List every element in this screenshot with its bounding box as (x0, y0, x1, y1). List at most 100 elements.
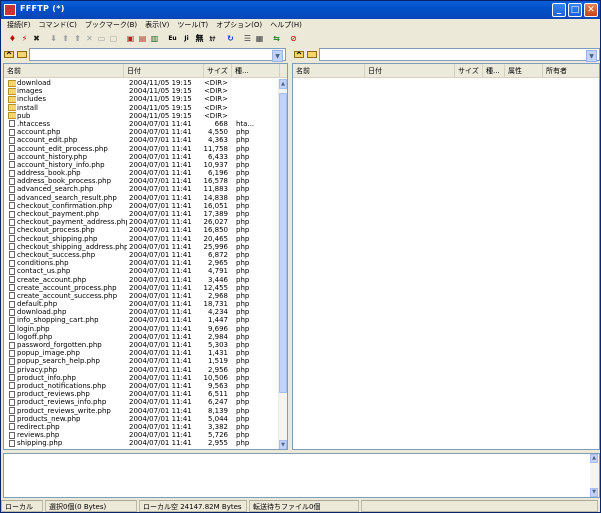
log-area[interactable]: ▲ ▼ (3, 453, 600, 498)
close-button[interactable]: ✕ (584, 3, 598, 17)
menu-item-6[interactable]: ヘルプ(H) (268, 20, 308, 30)
menu-item-1[interactable]: コマンド(C) (37, 20, 83, 30)
local-open-folder-button[interactable] (16, 49, 27, 60)
scroll-thumb[interactable] (279, 93, 287, 393)
download-icon[interactable]: ⬇ (48, 33, 59, 44)
menu-item-3[interactable]: 表示(V) (143, 20, 175, 30)
scroll-up-icon[interactable]: ▲ (590, 454, 598, 463)
rename-icon[interactable]: ▭ (96, 33, 107, 44)
dropdown-arrow-icon[interactable]: ▼ (586, 49, 597, 62)
minimize-button[interactable]: _ (552, 3, 566, 17)
scroll-up-icon[interactable]: ▲ (279, 79, 287, 89)
local-up-folder-button[interactable] (3, 49, 14, 60)
table-row[interactable]: create_account.php 2004/07/01 11:41 3,446 p… (4, 276, 280, 284)
table-row[interactable]: pub 2004/11/05 19:15 <DIR> (4, 112, 280, 120)
quick-connect-icon[interactable]: ⚡ (19, 33, 30, 44)
table-row[interactable]: product_info.php 2004/07/01 11:41 10,506 ph… (4, 374, 280, 382)
disconnect-icon[interactable]: ✖ (31, 33, 42, 44)
list-view-icon[interactable]: ☰ (242, 33, 253, 44)
detail-view-icon[interactable]: ▦ (254, 33, 265, 44)
column-header-date[interactable]: 日付 (124, 64, 204, 78)
table-row[interactable]: create_account_success.php 2004/07/01 11:… (4, 292, 280, 300)
table-row[interactable]: account_edit_process.php 2004/07/01 11:41… (4, 145, 280, 153)
remote-up-folder-button[interactable] (293, 49, 304, 60)
table-row[interactable]: info_shopping_cart.php 2004/07/01 11:41 1,… (4, 316, 280, 324)
jis-icon[interactable]: Ji (180, 33, 193, 44)
file-ascii-icon[interactable]: ▤ (137, 33, 148, 44)
no-convert-icon[interactable]: 無 (194, 33, 205, 44)
table-row[interactable]: address_book.php 2004/07/01 11:41 6,196 php (4, 169, 280, 177)
table-row[interactable]: product_reviews.php 2004/07/01 11:41 6,511… (4, 390, 280, 398)
table-row[interactable]: popup_search_help.php 2004/07/01 11:41 1,5… (4, 357, 280, 365)
table-row[interactable]: checkout_process.php 2004/07/01 11:41 16,8… (4, 226, 280, 234)
table-row[interactable]: account.php 2004/07/01 11:41 4,550 php (4, 128, 280, 136)
table-row[interactable]: password_forgotten.php 2004/07/01 11:41 5,… (4, 341, 280, 349)
local-file-list[interactable]: 名前 日付 サイズ 種... download 2004/11/05 19:15 <… (3, 63, 288, 450)
table-row[interactable]: account_edit.php 2004/07/01 11:41 4,363 php (4, 136, 280, 144)
table-row[interactable]: download 2004/11/05 19:15 <DIR> (4, 79, 280, 87)
remote-file-list[interactable]: 名前 日付 サイズ 種... 属性 所有者 (292, 63, 600, 450)
column-header-name[interactable]: 名前 (4, 64, 124, 78)
table-row[interactable]: create_account_process.php 2004/07/01 11:… (4, 284, 280, 292)
table-row[interactable]: address_book_process.php 2004/07/01 11:41… (4, 177, 280, 185)
table-row[interactable]: redirect.php 2004/07/01 11:41 3,382 php (4, 423, 280, 431)
table-row[interactable]: install 2004/11/05 19:15 <DIR> (4, 104, 280, 112)
column-header-size[interactable]: サイズ (455, 64, 483, 78)
mirror-upload-icon[interactable]: ⬆ (72, 33, 83, 44)
table-row[interactable]: images 2004/11/05 19:15 <DIR> (4, 87, 280, 95)
table-row[interactable]: advanced_search.php 2004/07/01 11:41 11,88… (4, 185, 280, 193)
log-vertical-scrollbar[interactable]: ▲ ▼ (590, 454, 599, 497)
column-header-date[interactable]: 日付 (365, 64, 455, 78)
menu-item-0[interactable]: 接続(F) (5, 20, 37, 30)
stop-icon[interactable]: ⊘ (288, 33, 299, 44)
table-row[interactable]: privacy.php 2004/07/01 11:41 2,956 php (4, 366, 280, 374)
local-path-input[interactable]: ▼ (29, 47, 286, 62)
sync-icon[interactable]: ⇆ (271, 33, 282, 44)
upload-icon[interactable]: ⬆ (60, 33, 71, 44)
mkdir-icon[interactable]: ▢ (108, 33, 119, 44)
scroll-down-icon[interactable]: ▼ (279, 440, 287, 449)
menu-item-4[interactable]: ツール(T) (175, 20, 214, 30)
menu-item-2[interactable]: ブックマーク(B) (83, 20, 143, 30)
refresh-icon[interactable]: ↻ (225, 33, 236, 44)
euc-icon[interactable]: Eu (166, 33, 179, 44)
column-header-name[interactable]: 名前 (293, 64, 365, 78)
column-header-owner[interactable]: 所有者 (543, 64, 599, 78)
kana-icon[interactable]: ｶﾅ (206, 33, 219, 44)
dropdown-arrow-icon[interactable]: ▼ (272, 49, 283, 62)
column-header-size[interactable]: サイズ (204, 64, 232, 78)
file-auto-icon[interactable]: ▥ (149, 33, 160, 44)
table-row[interactable]: product_notifications.php 2004/07/01 11:4… (4, 382, 280, 390)
table-row[interactable]: advanced_search_result.php 2004/07/01 11:… (4, 194, 280, 202)
column-header-type[interactable]: 種... (483, 64, 505, 78)
delete-icon[interactable]: ✕ (84, 33, 95, 44)
table-row[interactable]: products_new.php 2004/07/01 11:41 5,044 php (4, 415, 280, 423)
scroll-down-icon[interactable]: ▼ (590, 488, 598, 497)
table-row[interactable]: reviews.php 2004/07/01 11:41 5,726 php (4, 431, 280, 439)
table-row[interactable]: login.php 2004/07/01 11:41 9,696 php (4, 325, 280, 333)
column-header-attr[interactable]: 属性 (505, 64, 543, 78)
table-row[interactable]: download.php 2004/07/01 11:41 4,234 php (4, 308, 280, 316)
table-row[interactable]: product_reviews_info.php 2004/07/01 11:41… (4, 398, 280, 406)
table-row[interactable]: checkout_shipping.php 2004/07/01 11:41 20,… (4, 235, 280, 243)
remote-path-input[interactable]: ▼ (319, 47, 600, 62)
menu-item-5[interactable]: オプション(O) (214, 20, 268, 30)
table-row[interactable]: includes 2004/11/05 19:15 <DIR> (4, 95, 280, 103)
maximize-button[interactable]: □ (568, 3, 582, 17)
table-row[interactable]: contact_us.php 2004/07/01 11:41 4,791 php (4, 267, 280, 275)
file-binary-icon[interactable]: ▣ (125, 33, 136, 44)
table-row[interactable]: shipping.php 2004/07/01 11:41 2,955 php (4, 439, 280, 447)
table-row[interactable]: product_reviews_write.php 2004/07/01 11:4… (4, 407, 280, 415)
table-row[interactable]: default.php 2004/07/01 11:41 18,731 php (4, 300, 280, 308)
table-row[interactable]: checkout_shipping_address.php 2004/07/01 … (4, 243, 280, 251)
remote-open-folder-button[interactable] (306, 49, 317, 60)
table-row[interactable]: conditions.php 2004/07/01 11:41 2,965 php (4, 259, 280, 267)
table-row[interactable]: checkout_payment_address.php 2004/07/01 1… (4, 218, 280, 226)
connect-icon[interactable]: ♦ (7, 33, 18, 44)
table-row[interactable]: checkout_confirmation.php 2004/07/01 11:4… (4, 202, 280, 210)
table-row[interactable]: checkout_success.php 2004/07/01 11:41 6,87… (4, 251, 280, 259)
table-row[interactable]: logoff.php 2004/07/01 11:41 2,984 php (4, 333, 280, 341)
table-row[interactable]: popup_image.php 2004/07/01 11:41 1,431 php (4, 349, 280, 357)
table-row[interactable]: account_history_info.php 2004/07/01 11:41… (4, 161, 280, 169)
column-header-type[interactable]: 種... (232, 64, 280, 78)
